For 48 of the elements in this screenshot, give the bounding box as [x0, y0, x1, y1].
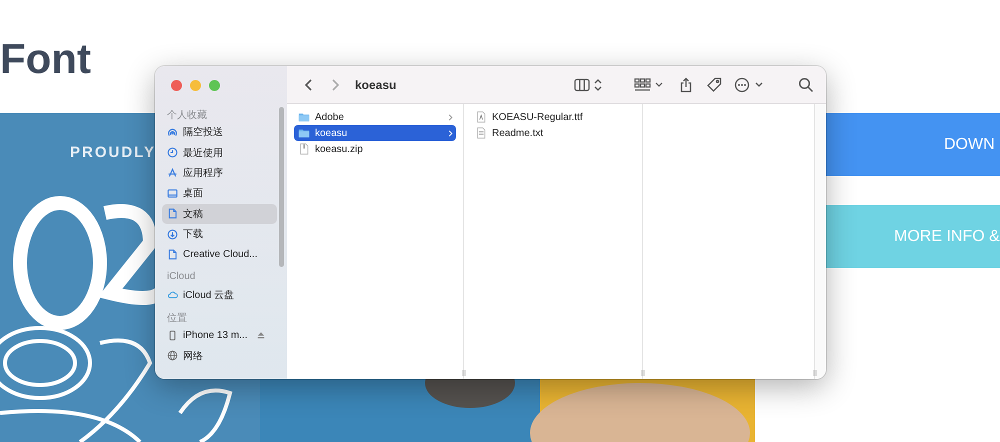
globe-icon — [167, 350, 178, 362]
sidebar-heading: iCloud — [166, 270, 196, 284]
sidebar-heading: 个人收藏 — [166, 108, 208, 122]
close-button[interactable] — [171, 80, 182, 91]
download-icon — [167, 228, 178, 240]
resize-handle-icon[interactable] — [812, 369, 818, 377]
file-row[interactable]: Readme.txt — [471, 125, 635, 141]
file-row[interactable]: koeasu.zip — [294, 141, 456, 157]
sidebar-item[interactable]: 桌面 — [162, 183, 277, 204]
sidebar-heading: 位置 — [166, 312, 188, 326]
file-row[interactable]: KOEASU-Regular.ttf — [471, 109, 635, 125]
document-icon — [167, 208, 178, 220]
share-icon[interactable] — [678, 76, 694, 92]
apps-icon — [167, 167, 178, 178]
file-icon — [475, 127, 487, 139]
minimize-button[interactable] — [190, 80, 201, 91]
resize-handle-icon[interactable] — [640, 369, 646, 377]
clock-icon — [167, 147, 178, 158]
folder-icon — [298, 127, 310, 139]
phone-icon — [167, 330, 178, 341]
document-icon — [167, 249, 178, 260]
scrollbar[interactable] — [279, 107, 284, 267]
airdrop-icon — [167, 126, 178, 138]
eject-icon[interactable] — [257, 331, 266, 340]
sidebar-item[interactable]: 文稿 — [162, 204, 277, 224]
tag-icon[interactable] — [706, 76, 722, 92]
sidebar-item[interactable]: 下载 — [162, 224, 277, 244]
cloud-icon — [167, 289, 178, 300]
page-heading: Font — [0, 34, 91, 84]
sidebar-item[interactable]: 应用程序 — [162, 162, 277, 184]
resize-handle-icon[interactable] — [461, 369, 467, 377]
folder-icon — [298, 111, 310, 123]
file-icon — [298, 143, 310, 155]
sidebar-item[interactable]: 最近使用 — [162, 142, 277, 163]
scrollbar-track[interactable] — [815, 104, 826, 379]
desktop-icon — [167, 188, 178, 199]
sidebar-item[interactable]: 网络 — [162, 346, 277, 366]
search-icon[interactable] — [798, 76, 814, 92]
file-icon — [475, 111, 487, 123]
window-title: koeasu — [355, 78, 396, 92]
file-row[interactable]: koeasu — [294, 125, 456, 141]
zoom-button[interactable] — [209, 80, 220, 91]
file-row[interactable]: Adobe — [294, 109, 456, 125]
sidebar-item[interactable]: iPhone 13 m... — [162, 325, 277, 346]
banner-text: PROUDLY — [70, 144, 156, 161]
sidebar-item[interactable]: iCloud 云盘 — [162, 284, 277, 306]
sidebar-item[interactable]: Creative Cloud... — [162, 244, 277, 265]
sidebar-item[interactable]: 隔空投送 — [162, 122, 277, 142]
